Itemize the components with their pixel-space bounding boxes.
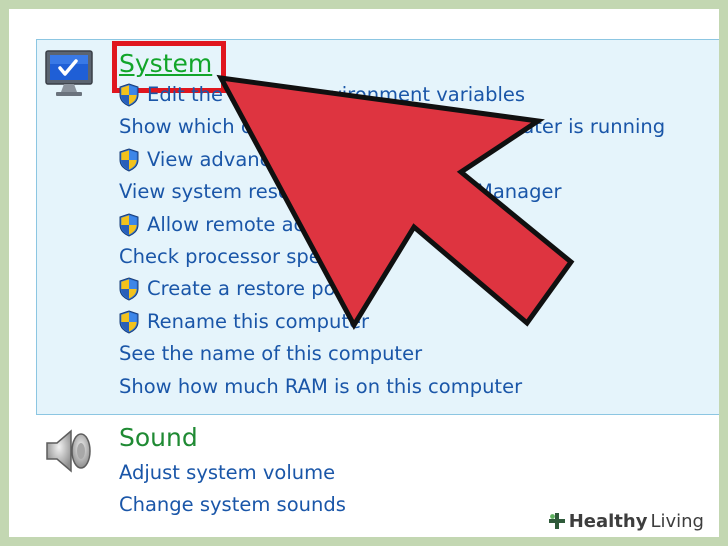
- pointer-arrow-icon: [216, 74, 575, 331]
- leaf-cross-icon: [548, 513, 565, 529]
- watermark-brand: Healthy: [568, 510, 648, 532]
- watermark-brand-2: Living: [650, 510, 704, 532]
- healthy-living-watermark: Healthy Living: [543, 506, 710, 536]
- control-panel-window: System Edit the system environment varia…: [9, 9, 719, 537]
